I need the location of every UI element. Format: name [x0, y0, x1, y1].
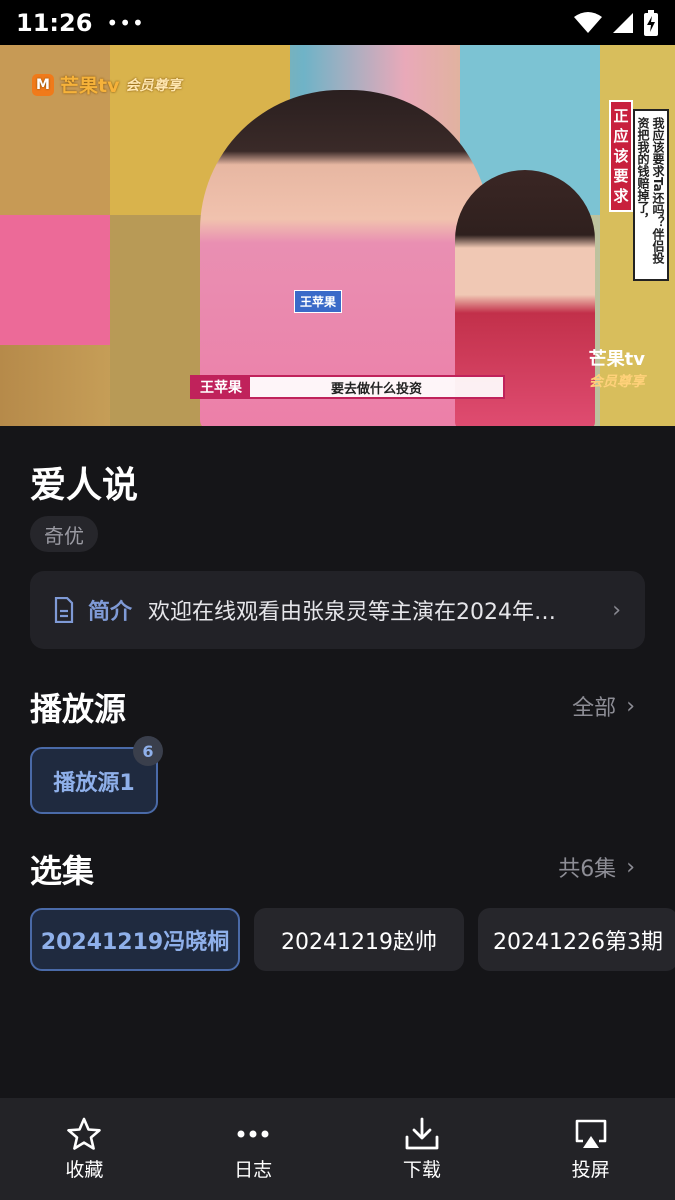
episode-item[interactable]: 20241219冯晓桐 [30, 908, 240, 971]
subtitle-speaker: 王苹果 [192, 377, 250, 397]
watermark-main-text: 芒果tv [588, 349, 645, 370]
episodes-count-button[interactable]: 共6集 › [558, 851, 635, 883]
category-tag: 奇优 [30, 516, 98, 552]
logo-sub-text: 会员尊享 [125, 77, 182, 94]
more-icon [237, 1130, 269, 1137]
mango-tv-logo: M 芒果tv 会员尊享 [32, 71, 181, 98]
log-button[interactable]: 日志 [169, 1098, 338, 1200]
intro-text: 欢迎在线观看由张泉灵等主演在2024年… [148, 600, 557, 625]
logo-main-text: 芒果tv [60, 75, 120, 97]
download-label: 下载 [402, 1158, 441, 1181]
video-name-tag: 王苹果 [294, 290, 343, 313]
episode-item[interactable]: 20241219赵帅 [254, 908, 464, 971]
wifi-icon [574, 11, 602, 33]
cast-icon [575, 1119, 606, 1148]
status-more-icon: ••• [106, 10, 145, 35]
chevron-right-icon: › [626, 693, 635, 719]
video-caption-white: 我应该要求Ta还吗？伴侣投资把我的钱赔掉了， [633, 109, 669, 281]
episodes-title: 选集 [30, 852, 95, 890]
document-icon [54, 597, 74, 623]
status-icons [573, 9, 659, 36]
video-bg-tile [0, 215, 110, 345]
status-time: 11:26 [16, 8, 93, 37]
cast-button[interactable]: 投屏 [506, 1098, 675, 1200]
sources-all-label: 全部 [572, 696, 617, 721]
episode-item[interactable]: 20241226第3期 [478, 908, 675, 971]
download-icon [405, 1117, 439, 1149]
intro-card[interactable]: 简介 欢迎在线观看由张泉灵等主演在2024年… › [30, 571, 645, 649]
mango-tv-logo-icon: M [32, 73, 54, 96]
video-player[interactable]: M 芒果tv 会员尊享 正应该要求 我应该要求Ta还吗？伴侣投资把我的钱赔掉了，… [0, 45, 675, 426]
episode-list: 20241219冯晓桐 20241219赵帅 20241226第3期 [30, 908, 675, 971]
star-icon [67, 1117, 102, 1150]
chevron-right-icon: › [626, 854, 635, 880]
show-title: 爱人说 [30, 465, 139, 506]
mango-tv-watermark: 芒果tv 会员尊享 [589, 345, 645, 391]
download-button[interactable]: 下载 [338, 1098, 507, 1200]
log-label: 日志 [234, 1158, 273, 1181]
bottom-action-bar: 收藏 日志 下载 投屏 [0, 1098, 675, 1200]
chevron-right-icon: › [612, 597, 621, 623]
cast-label: 投屏 [571, 1158, 610, 1181]
source-episode-count-badge: 6 [133, 736, 163, 766]
status-bar: 11:26 ••• [0, 0, 675, 45]
watermark-sub-text: 会员尊享 [588, 374, 645, 390]
sources-title: 播放源 [30, 690, 127, 728]
signal-icon [613, 12, 633, 33]
favorite-label: 收藏 [65, 1158, 104, 1181]
video-subtitle-bar: 王苹果 要去做什么投资 [190, 375, 505, 399]
subtitle-text: 要去做什么投资 [330, 381, 422, 397]
favorite-button[interactable]: 收藏 [0, 1098, 169, 1200]
sources-all-button[interactable]: 全部 › [572, 690, 635, 722]
episodes-count-label: 共6集 [558, 857, 617, 882]
battery-charging-icon [644, 9, 658, 36]
intro-label: 简介 [88, 600, 133, 625]
video-caption-red: 正应该要求 [609, 100, 633, 212]
